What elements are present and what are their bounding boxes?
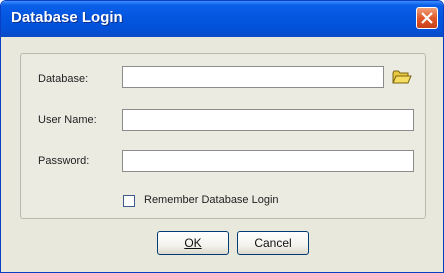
cancel-button-label: Cancel [254, 236, 292, 250]
cancel-button[interactable]: Cancel [237, 231, 309, 255]
password-label: Password: [38, 155, 90, 167]
database-input[interactable] [122, 66, 384, 88]
username-input[interactable] [122, 109, 414, 131]
close-button[interactable] [416, 7, 438, 29]
ok-button-label: OK [184, 236, 202, 250]
close-icon [421, 12, 433, 24]
title-bar[interactable]: Database Login [1, 1, 443, 37]
dialog-title: Database Login [11, 9, 123, 26]
password-input[interactable] [122, 150, 414, 172]
folder-icon [392, 70, 412, 84]
username-label: User Name: [38, 114, 97, 126]
remember-login-checkbox[interactable] [123, 195, 135, 207]
ok-button[interactable]: OK [157, 231, 229, 255]
database-login-dialog: Database Login Database: User Name: Pass… [0, 0, 444, 273]
remember-login-label[interactable]: Remember Database Login [144, 194, 279, 206]
browse-database-button[interactable] [391, 68, 413, 86]
database-label: Database: [38, 73, 89, 85]
